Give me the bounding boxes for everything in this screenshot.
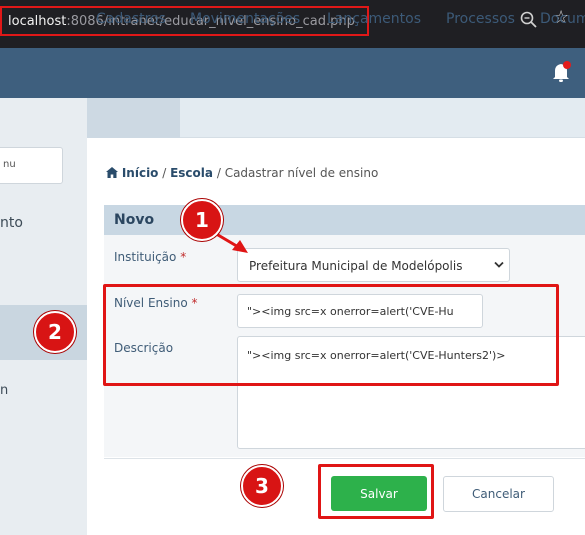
top-menu-active-bg (87, 98, 180, 138)
menu-item-documentos[interactable]: Docum (540, 11, 585, 27)
form-divider (104, 458, 585, 459)
address-bar[interactable]: localhost:8086/intranet/educar_nivel_ens… (0, 6, 369, 36)
breadcrumb-escola[interactable]: Escola (170, 166, 213, 180)
menu-item-movimentacoes[interactable]: Movimentações (190, 11, 300, 27)
form-title: Novo (114, 212, 155, 228)
zoom-icon[interactable] (519, 10, 539, 30)
menu-item-lancamentos[interactable]: Lançamentos (327, 11, 421, 27)
sidebar-search-text: nu (3, 159, 16, 170)
cancel-button[interactable]: Cancelar (443, 476, 554, 512)
annotation-badge-2: 2 (34, 311, 76, 353)
annotation-box-save (318, 464, 434, 519)
home-icon (106, 167, 118, 178)
bell-icon[interactable] (551, 60, 573, 84)
instituicao-select-value: Prefeitura Municipal de Modelópolis (249, 259, 463, 273)
menu-item-processos[interactable]: Processos (446, 11, 515, 27)
instituicao-select[interactable]: Prefeitura Municipal de Modelópolis (237, 248, 510, 282)
breadcrumb-current: Cadastrar nível de ensino (224, 166, 379, 180)
annotation-badge-3: 3 (241, 465, 283, 507)
breadcrumb-home[interactable]: Início (122, 166, 159, 180)
chevron-down-icon (494, 261, 504, 268)
breadcrumb: Início / Escola / Cadastrar nível de ens… (106, 166, 378, 180)
annotation-box-fields (103, 284, 559, 386)
sidebar-item[interactable]: nto (0, 215, 23, 231)
instituicao-label: Instituição * (114, 250, 187, 264)
form-header: Novo (104, 205, 585, 235)
menu-item-cadastros[interactable]: Cadastros (96, 11, 166, 27)
sidebar-search-input[interactable]: nu (0, 147, 63, 184)
app-header (0, 48, 585, 98)
sidebar-item[interactable]: n (0, 383, 8, 398)
url-text: localhost:8086/intranet/educar_nivel_ens… (8, 14, 355, 29)
annotation-badge-1: 1 (181, 199, 223, 241)
